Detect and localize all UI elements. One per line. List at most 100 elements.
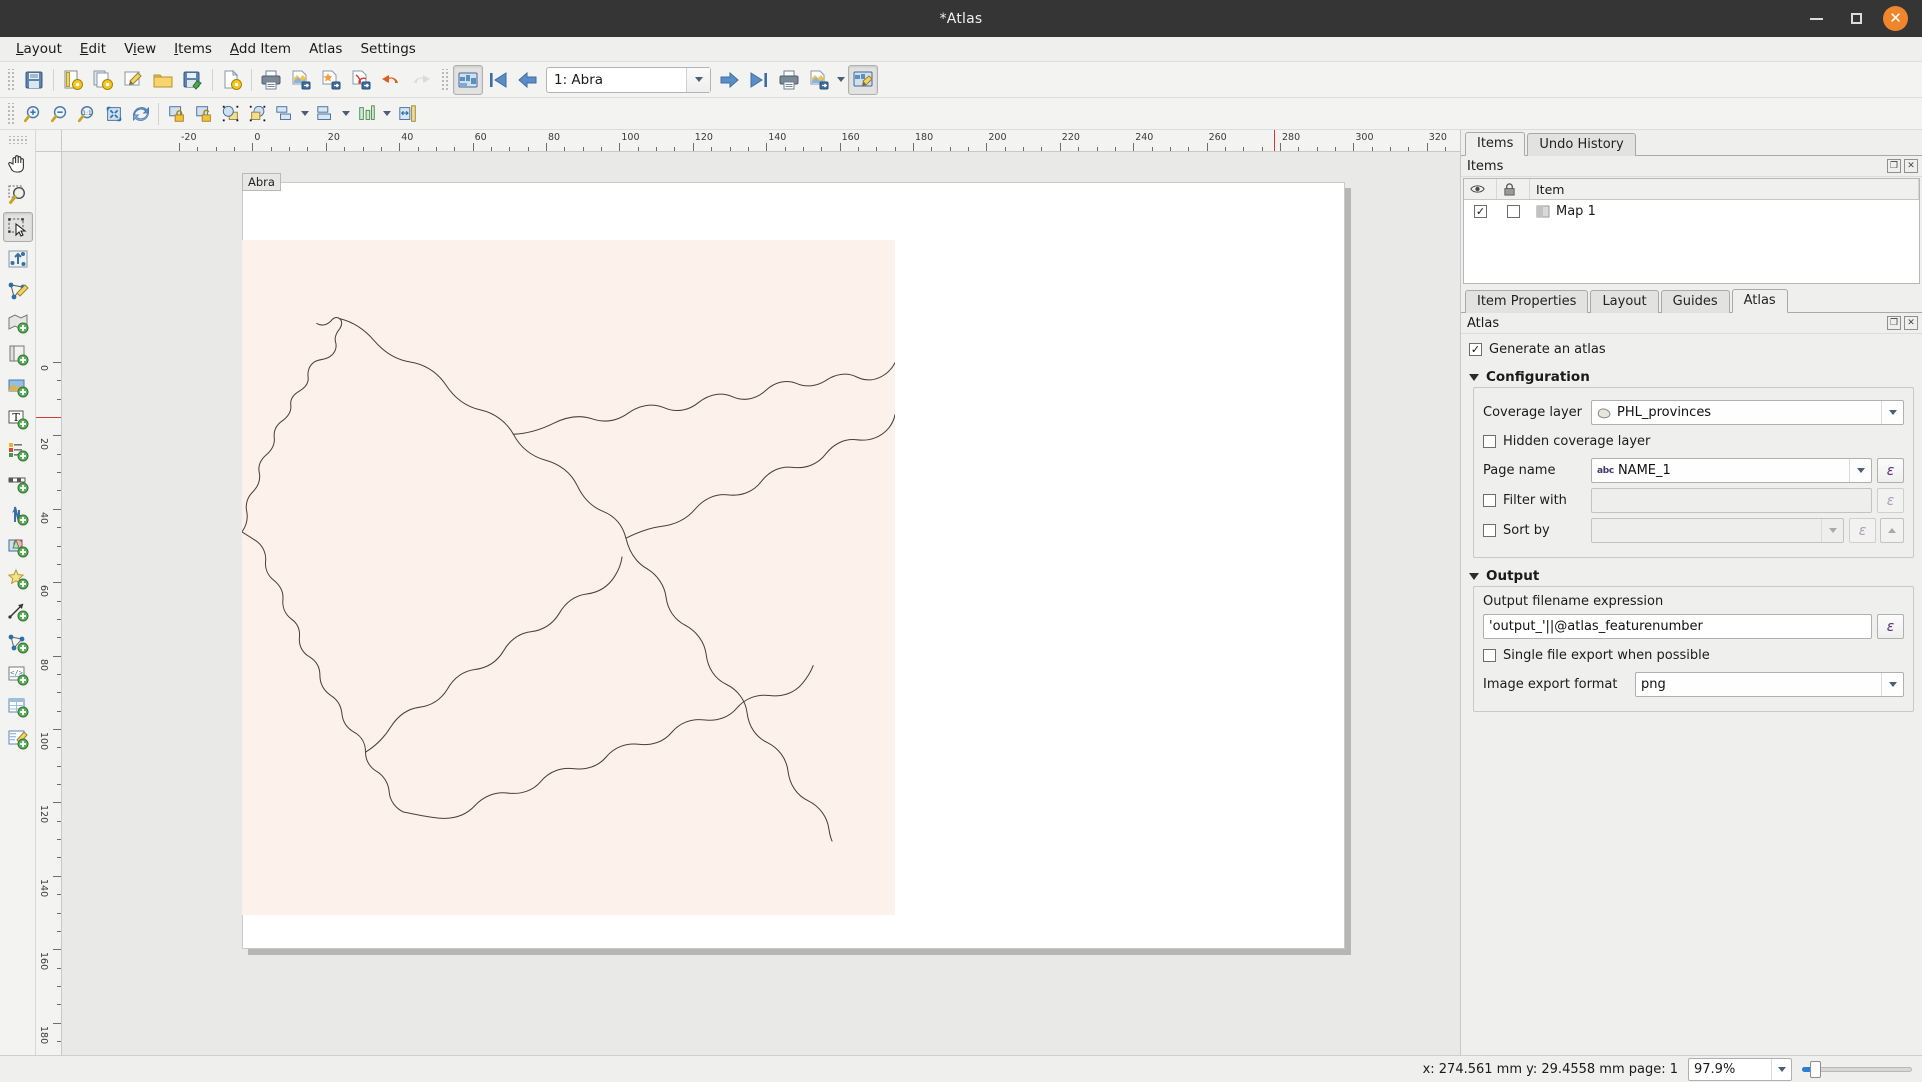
hidden-coverage-layer-checkbox[interactable] [1483, 435, 1496, 448]
menu-edit[interactable]: Edit [71, 38, 115, 60]
resize-items-icon[interactable] [353, 101, 380, 127]
zoom-level-combo[interactable]: 97.9% [1688, 1058, 1792, 1081]
toolbox-grip[interactable] [7, 136, 29, 144]
add-arrow-icon[interactable] [3, 596, 33, 626]
table-row[interactable]: ✓ Map 1 [1464, 200, 1919, 222]
print-icon[interactable] [256, 65, 286, 95]
menu-settings[interactable]: Settings [351, 38, 424, 60]
previous-feature-icon[interactable] [513, 65, 543, 95]
distribute-dropdown-icon[interactable] [339, 100, 353, 128]
resize-dropdown-icon[interactable] [380, 100, 394, 128]
chevron-down-icon[interactable] [1821, 519, 1843, 542]
add-table-icon[interactable] [3, 692, 33, 722]
output-filename-expression-input[interactable]: 'output_'||@atlas_featurenumber [1483, 614, 1872, 639]
minimize-icon[interactable] [1803, 6, 1829, 32]
menu-atlas[interactable]: Atlas [300, 38, 351, 60]
coverage-layer-combo[interactable]: PHL_provinces [1591, 400, 1904, 425]
zoom-out-icon[interactable] [46, 101, 73, 127]
zoom-slider[interactable] [1802, 1060, 1912, 1078]
raise-items-icon[interactable] [217, 101, 244, 127]
maximize-icon[interactable] [1843, 6, 1869, 32]
nav-toolbar-grip[interactable] [6, 103, 15, 125]
float-dock-icon[interactable]: ❐ [1887, 159, 1901, 173]
add-attribute-table-icon[interactable] [3, 724, 33, 754]
chevron-down-icon[interactable] [1881, 401, 1903, 424]
tab-guides[interactable]: Guides [1661, 290, 1730, 313]
items-list[interactable]: Item ✓ Map 1 [1463, 178, 1920, 284]
atlas-feature-combo[interactable]: 1: Abra [546, 67, 711, 93]
export-svg-icon[interactable] [316, 65, 346, 95]
save-template-icon[interactable] [178, 65, 208, 95]
move-content-icon[interactable] [3, 244, 33, 274]
add-map-icon[interactable] [3, 308, 33, 338]
chevron-down-icon[interactable] [1881, 673, 1903, 696]
menu-items[interactable]: Items [165, 38, 221, 60]
chevron-down-icon[interactable] [686, 68, 710, 92]
output-section-header[interactable]: Output [1469, 568, 1920, 584]
add-scalebar-icon[interactable] [3, 468, 33, 498]
layout-manager-icon[interactable] [118, 65, 148, 95]
vertical-ruler[interactable]: 020406080100120140160180200220 [36, 152, 62, 1055]
tab-items[interactable]: Items [1465, 132, 1525, 156]
map-item-frame[interactable] [242, 240, 895, 915]
close-dock-icon[interactable]: ✕ [1904, 159, 1918, 173]
float-atlas-dock-icon[interactable]: ❐ [1887, 316, 1901, 330]
refresh-icon[interactable] [127, 101, 154, 127]
image-export-format-combo[interactable]: png [1635, 672, 1904, 697]
add-legend-icon[interactable] [3, 436, 33, 466]
edit-nodes-icon[interactable] [3, 276, 33, 306]
sort-direction-button[interactable] [1880, 518, 1904, 543]
menu-view[interactable]: View [115, 38, 165, 60]
single-file-export-checkbox[interactable] [1483, 649, 1496, 662]
add-marker-icon[interactable] [3, 564, 33, 594]
zoom-full-icon[interactable] [100, 101, 127, 127]
undo-icon[interactable] [376, 65, 406, 95]
export-atlas-image-icon[interactable] [804, 65, 834, 95]
filter-with-checkbox[interactable] [1483, 494, 1496, 507]
chevron-down-icon[interactable] [1469, 573, 1479, 580]
sort-by-expression-button[interactable]: ε [1849, 518, 1876, 543]
add-page-icon[interactable] [3, 340, 33, 370]
tab-atlas[interactable]: Atlas [1732, 289, 1788, 313]
export-image-icon[interactable] [286, 65, 316, 95]
filter-with-expression-button[interactable]: ε [1877, 488, 1904, 513]
distribute-items-icon[interactable] [312, 101, 339, 127]
chevron-down-icon[interactable] [1771, 1059, 1791, 1080]
add-shape-icon[interactable] [3, 532, 33, 562]
next-feature-icon[interactable] [714, 65, 744, 95]
atlas-toolbar-grip[interactable] [440, 69, 449, 91]
print-atlas-icon[interactable] [774, 65, 804, 95]
chevron-down-icon[interactable] [1469, 374, 1479, 381]
sort-by-combo[interactable] [1591, 518, 1844, 543]
generate-atlas-row[interactable]: ✓ Generate an atlas [1463, 338, 1920, 361]
toolbar-grip[interactable] [6, 69, 15, 91]
sort-by-checkbox[interactable] [1483, 524, 1496, 537]
filter-with-input[interactable] [1591, 488, 1872, 513]
duplicate-layout-icon[interactable] [88, 65, 118, 95]
new-page-icon[interactable] [217, 65, 247, 95]
align-dropdown-icon[interactable] [298, 100, 312, 128]
last-feature-icon[interactable] [744, 65, 774, 95]
add-picture-icon[interactable] [3, 372, 33, 402]
page-name-expression-button[interactable]: ε [1877, 458, 1904, 483]
layout-canvas[interactable]: Abra [62, 152, 1460, 1055]
magnifier-icon[interactable] [3, 180, 33, 210]
menu-layout[interactable]: Layout [7, 38, 71, 60]
generate-atlas-checkbox[interactable]: ✓ [1469, 343, 1482, 356]
add-label-icon[interactable]: T [3, 404, 33, 434]
new-layout-icon[interactable] [58, 65, 88, 95]
close-icon[interactable]: ✕ [1883, 6, 1908, 31]
zoom-1to1-icon[interactable]: 1:1 [73, 101, 100, 127]
folder-icon[interactable] [148, 65, 178, 95]
export-pdf-icon[interactable] [346, 65, 376, 95]
atlas-preview-icon[interactable] [453, 65, 483, 95]
tab-layout[interactable]: Layout [1590, 290, 1658, 313]
hidden-coverage-layer-row[interactable]: Hidden coverage layer [1483, 430, 1904, 453]
lower-items-icon[interactable] [244, 101, 271, 127]
item-visibility-checkbox[interactable]: ✓ [1474, 205, 1487, 218]
add-polyline-icon[interactable] [3, 628, 33, 658]
item-lock-checkbox[interactable] [1507, 205, 1520, 218]
select-arrow-icon[interactable] [3, 212, 33, 242]
horizontal-ruler[interactable]: -200204060801001201401601802002202402602… [36, 130, 1460, 152]
unlock-icon[interactable] [190, 101, 217, 127]
